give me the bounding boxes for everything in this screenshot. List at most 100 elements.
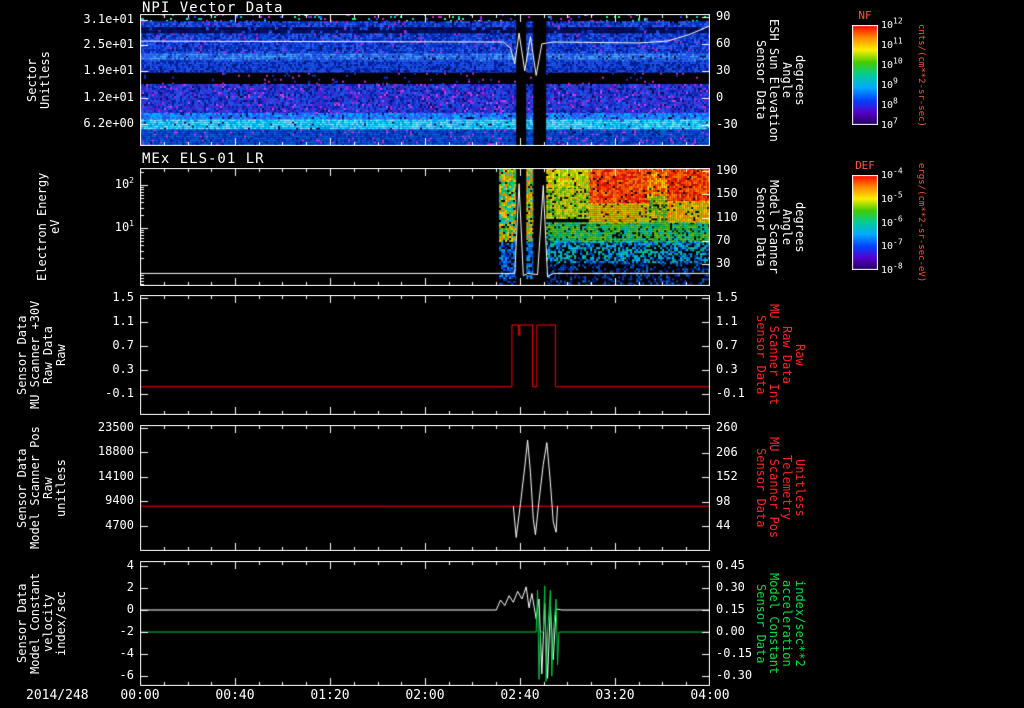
y-tick-label-right: 0.30 <box>716 579 745 594</box>
colorbar-unit-nf: cnts/(cm**2-sr-sec) <box>916 23 926 127</box>
colorbar-title-def: DEF <box>855 159 875 172</box>
y-tick-label-left: 23500 <box>97 419 134 434</box>
colorbar-tick-label: 10-7 <box>881 237 903 253</box>
y-axis-label-right-mu-scanner: Sensor Data MU Scanner Int Raw Data Raw <box>754 304 807 406</box>
y-axis-label-left-npi: Sector Unitless <box>25 51 52 109</box>
exponent: -5 <box>893 190 903 200</box>
y-tick-label-left: 101 <box>114 219 134 235</box>
exponent: -8 <box>893 261 903 271</box>
y-tick-label-right: -0.1 <box>716 386 745 400</box>
y-tick-label-left: -0.1 <box>105 386 134 400</box>
colorbar-unit-def: ergs/(cm**2-sr-sec-eV) <box>916 163 926 283</box>
y-tick-label-left: 1.2e+01 <box>83 90 134 105</box>
y-axis-label-left-els: Electron Energy eV <box>35 172 62 282</box>
y-axis-label-right-els: Sensor Data Model Scanner Angle degrees <box>754 180 807 274</box>
y-tick-label-right: 70 <box>716 232 731 247</box>
panel-plot-model-constant <box>140 561 710 686</box>
y-tick-label-right: 44 <box>716 518 731 533</box>
exponent: -4 <box>893 166 903 176</box>
y-tick-label-right: -0.15 <box>716 646 753 661</box>
exponent: 11 <box>893 36 903 46</box>
exponent: 1 <box>129 219 134 229</box>
y-tick-label-right: 0 <box>716 90 724 105</box>
exponent: -6 <box>893 214 903 224</box>
y-tick-label-right: 0.00 <box>716 624 745 639</box>
y-tick-label-left: 0 <box>126 602 134 616</box>
panel-title-els: MEx ELS-01 LR <box>142 151 265 167</box>
y-axis-label-left-model-constant: Sensor Data Model Constant velocity inde… <box>15 572 68 675</box>
colorbar-tick-label: 10-8 <box>881 261 903 276</box>
colorbar-tick-label: 107 <box>881 116 898 131</box>
y-tick-label-right: 190 <box>716 162 738 177</box>
y-tick-label-right: 206 <box>716 444 738 459</box>
y-tick-label-left: 1.5 <box>112 290 134 304</box>
exponent: 7 <box>893 116 898 126</box>
y-tick-label-right: 0.7 <box>716 338 738 352</box>
y-tick-label-right: 150 <box>716 186 738 201</box>
y-tick-label-left: 1.1 <box>112 314 134 328</box>
y-tick-label-left: -4 <box>119 646 134 661</box>
y-axis-label-right-npi: Sensor Data ESH Sun Elevation Angle degr… <box>754 18 807 142</box>
y-axis-label-right-scanner-pos: Sensor Data MU Scanner Pos Telemetry Uni… <box>754 437 807 539</box>
y-tick-label-left: -6 <box>119 668 134 683</box>
y-axis-label-left-scanner-pos: Sensor Data Model Scanner Pos Raw unitle… <box>15 426 68 550</box>
x-tick-label: 01:20 <box>310 688 350 703</box>
exponent: 8 <box>893 96 898 106</box>
panel-plot-els <box>140 168 710 286</box>
x-tick-label: 02:40 <box>500 688 540 703</box>
y-tick-label-left: 0.3 <box>112 362 134 376</box>
x-tick-label: 04:00 <box>690 688 730 703</box>
y-tick-label-right: 152 <box>716 469 738 484</box>
x-tick-label: 00:40 <box>215 688 255 703</box>
y-tick-label-left: 9400 <box>105 493 134 508</box>
colorbar-tick-label: 1011 <box>881 36 903 51</box>
exponent: 10 <box>893 56 903 66</box>
y-tick-label-right: 0.45 <box>716 557 745 572</box>
panel-plot-mu-scanner-30v <box>140 295 710 415</box>
x-tick-label: 00:00 <box>120 688 160 703</box>
colorbar-tick-label: 108 <box>881 96 898 111</box>
colorbar-title-nf: NF <box>858 9 872 22</box>
y-tick-label-right: 90 <box>716 8 731 23</box>
y-tick-label-right: 0.15 <box>716 602 745 616</box>
panel-plot-model-scanner-pos <box>140 425 710 551</box>
y-tick-label-right: 30 <box>716 62 731 77</box>
colorbar-def <box>852 175 878 270</box>
y-tick-label-right: -30 <box>716 117 738 132</box>
exponent: 12 <box>893 16 903 26</box>
x-axis-date-label: 2014/248 <box>26 688 89 703</box>
y-tick-label-right: 110 <box>716 209 738 224</box>
y-tick-label-left: 1.9e+01 <box>83 62 134 77</box>
y-tick-label-right: -0.30 <box>716 668 753 683</box>
exponent: -7 <box>893 237 903 247</box>
y-tick-label-right: 0.3 <box>716 362 738 376</box>
colorbar-tick-label: 10-6 <box>881 214 903 229</box>
y-tick-label-right: 260 <box>716 419 738 434</box>
exponent: 9 <box>893 76 898 86</box>
x-tick-label: 02:00 <box>405 688 445 703</box>
colorbar-tick-label: 109 <box>881 76 898 91</box>
y-tick-label-left: 0.7 <box>112 338 134 352</box>
y-tick-label-left: 3.1e+01 <box>83 12 134 27</box>
panel-plot-npi <box>140 14 710 146</box>
y-tick-label-left: 18800 <box>97 444 134 459</box>
x-tick-label: 03:20 <box>595 688 635 703</box>
y-tick-label-right: 1.1 <box>716 314 738 328</box>
y-tick-label-left: 102 <box>114 176 134 192</box>
y-tick-label-left: 4700 <box>105 517 134 532</box>
y-tick-label-right: 30 <box>716 256 731 271</box>
y-axis-label-left-mu-scanner: Sensor Data MU Scanner +30V Raw Data Raw <box>15 300 68 410</box>
plot-screen: NPI Vector Data MEx ELS-01 LR Sector Uni… <box>0 0 1024 708</box>
y-tick-label-left: -2 <box>119 624 134 639</box>
y-tick-label-left: 6.2e+00 <box>83 116 134 131</box>
y-axis-label-right-model-constant: Sensor Data Model Constant acceleration … <box>754 572 807 675</box>
y-tick-label-left: 14100 <box>97 468 134 483</box>
y-tick-label-left: 2.5e+01 <box>83 37 134 52</box>
colorbar-nf <box>852 25 878 125</box>
colorbar-tick-label: 1012 <box>881 16 903 31</box>
y-tick-label-right: 98 <box>716 493 731 508</box>
y-tick-label-left: 2 <box>126 579 134 594</box>
colorbar-tick-label: 10-4 <box>881 166 903 181</box>
y-tick-label-right: 60 <box>716 35 731 50</box>
exponent: 2 <box>129 176 134 186</box>
